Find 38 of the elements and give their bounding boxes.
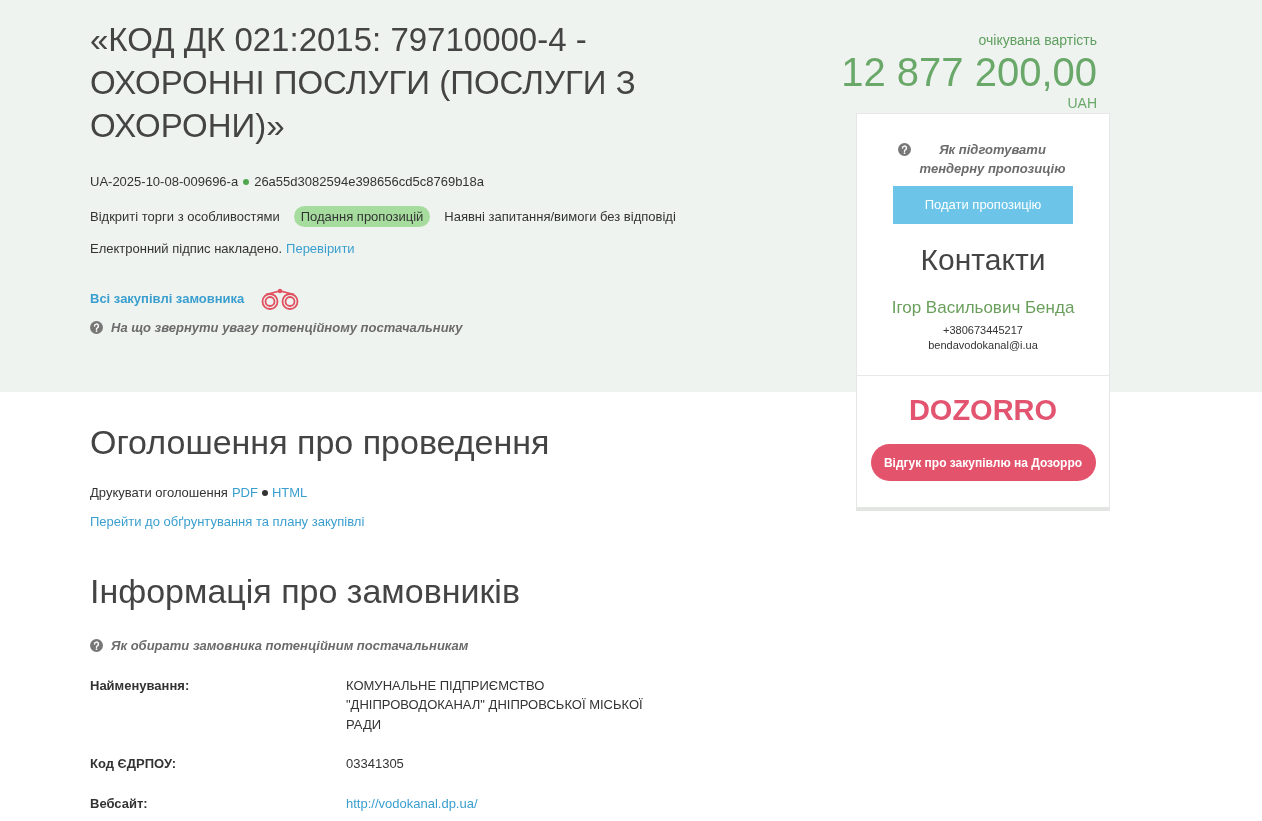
website-link[interactable]: http://vodokanal.dp.ua/ [346,793,478,813]
value-label: очікувана вартість [978,31,1097,49]
submit-proposal-button[interactable]: Подати пропозицію [893,186,1073,224]
help-icon [90,639,103,653]
help-icon [90,320,103,334]
help-link[interactable]: Як підготувати тендерну пропозицію [916,140,1069,178]
tender-hash: 26a55d3082594e398656cd5c8769b18a [254,173,485,191]
page-title: «КОД ДК 021:2015: 79710000-4 - ОХОРОННІ ПОСЛУГИ (ПОСЛУГИ З ОХОРОНИ)» [90,20,637,146]
help-icon [897,143,911,156]
field-value: КОМУНАЛЬНЕ ПІДПРИЄМСТВО "ДНІПРОВОДОКАНАЛ" ДНІПРОВСЬКОЇ МІСЬКОЇ РАДИ [346,676,644,734]
plan-link[interactable]: Перейти до обґрунтування та плану закупівлі [90,511,365,531]
print-link[interactable]: HTML [271,483,308,503]
print-link[interactable]: PDF [231,483,258,503]
tender-id: UA-2025-10-08-009696-a [90,173,239,191]
help-link[interactable]: Як обирати замовника потенційним постачальникам [111,636,469,656]
field-label: Найменування: [90,676,191,695]
contact-name: Ігор Васильович Бенда [891,297,1075,319]
contact-email: bendavodokanal@i.ua [928,338,1038,353]
all-purchases-link[interactable]: Всі закупівлі замовника [90,288,245,309]
field-label: Код ЄДРПОУ: [90,755,177,773]
expected-value: 12 877 200,00 [841,49,1097,95]
verify-link[interactable]: Перевірити [286,239,355,259]
help-link[interactable]: На що звернути увагу потенційному постачальнику [111,317,463,337]
signature-text: Електронний підпис накладено. [90,240,283,258]
currency: UAH [1067,95,1097,111]
procedure-type: Відкриті торги з особливостями [90,207,280,226]
dozorro-logo: DOZORRO [908,393,1058,428]
section-heading: Оголошення про проведення [90,422,551,462]
print-label: Друкувати оголошення [90,484,228,502]
field-label: Вебсайт: [90,794,149,813]
field-value: 03341305 [346,755,405,773]
contacts-heading: Контакти [920,242,1046,278]
notice-text: Наявні запитання/вимоги без відповіді [444,207,676,226]
binoculars-icon [260,287,301,310]
section-heading: Інформація про замовників [90,571,521,611]
status-badge: Подання пропозицій [293,205,431,227]
contact-phone: +380673445217 [943,323,1023,338]
review-button[interactable]: Відгук про закупівлю на Дозорро [870,444,1096,481]
